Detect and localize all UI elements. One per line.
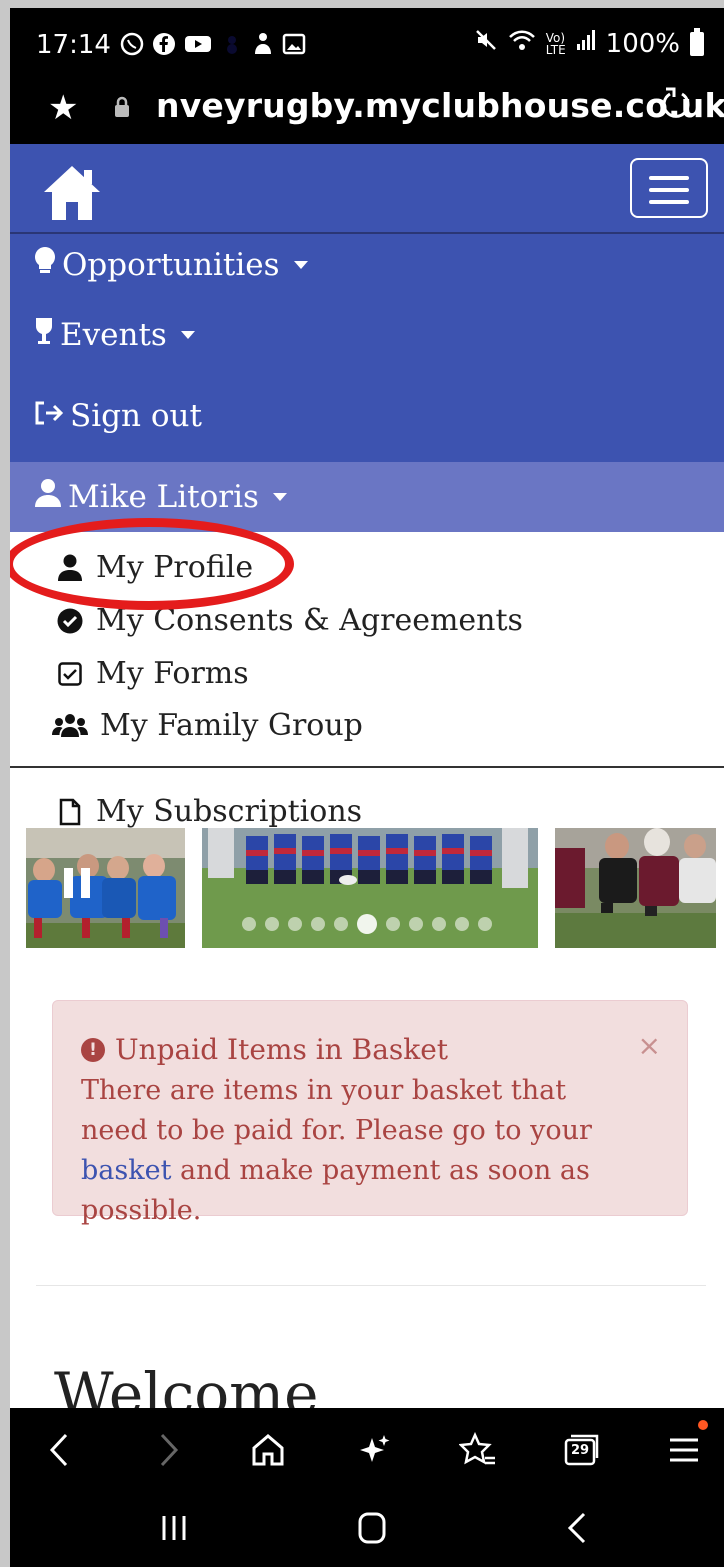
status-bar: 17:14 Vo) LTE 100% [10, 8, 724, 78]
notification-icons [120, 32, 306, 62]
exclamation-circle-icon: ! [81, 1037, 105, 1062]
file-icon [56, 798, 84, 826]
game-icon [220, 32, 244, 62]
nav-menu: Opportunities Events Sign out [10, 234, 724, 462]
carousel-dot[interactable] [478, 917, 492, 931]
sparkle-icon[interactable] [352, 1428, 396, 1472]
home-button-icon[interactable] [352, 1508, 392, 1548]
caret-down-icon [293, 261, 308, 269]
carousel-indicators [242, 914, 492, 934]
clock: 17:14 [36, 30, 111, 60]
carousel-dot[interactable] [455, 917, 469, 931]
sign-out-icon [34, 398, 64, 434]
carousel-dot[interactable] [242, 917, 256, 931]
nav-item-sign-out[interactable]: Sign out [34, 398, 202, 434]
alert-body: There are items in your basket that need… [81, 1071, 641, 1231]
carousel-dot[interactable] [334, 917, 348, 931]
dropdown-item-my-subscriptions[interactable]: My Subscriptions [56, 794, 362, 829]
check-square-icon [56, 660, 84, 688]
battery-icon [690, 27, 704, 56]
dropdown-item-my-family-group[interactable]: My Family Group [52, 708, 363, 743]
pause-icon[interactable] [64, 868, 94, 898]
mute-icon [474, 28, 498, 59]
screenshot-border [0, 0, 10, 1567]
nav-item-opportunities[interactable]: Opportunities [34, 246, 308, 284]
nav-item-label: Sign out [70, 398, 202, 434]
carousel-dot[interactable] [357, 914, 377, 934]
notification-dot [698, 1420, 708, 1430]
caret-down-icon [272, 493, 287, 501]
basket-link[interactable]: basket [81, 1155, 171, 1186]
youtube-icon [184, 32, 212, 62]
user-icon [34, 478, 62, 516]
person-icon [252, 32, 274, 62]
bookmarks-icon[interactable] [456, 1428, 500, 1472]
section-divider [36, 1285, 706, 1286]
lightbulb-icon [34, 246, 56, 284]
home-icon[interactable] [40, 162, 104, 224]
nav-item-events[interactable]: Events [34, 316, 195, 354]
phone-screen: 17:14 Vo) LTE 100% ★ nveyrugby.myclubhou… [0, 0, 724, 1567]
dropdown-divider [10, 766, 724, 768]
back-icon[interactable] [38, 1428, 82, 1472]
alert-body-text: There are items in your basket that need… [81, 1075, 592, 1146]
users-icon [52, 712, 88, 740]
caret-down-icon [180, 331, 195, 339]
alert-title-text: Unpaid Items in Basket [115, 1033, 449, 1066]
dropdown-item-label: My Subscriptions [96, 794, 363, 829]
back-button-icon[interactable] [558, 1508, 598, 1548]
wine-glass-icon [34, 316, 54, 354]
image-icon [282, 32, 306, 62]
signal-icon [576, 28, 596, 59]
whatsapp-icon [120, 32, 144, 62]
dropdown-item-label: My Family Group [100, 708, 363, 743]
menu-icon[interactable] [662, 1428, 706, 1472]
annotation-highlight-circle [4, 518, 294, 610]
nav-item-label: Opportunities [62, 247, 280, 283]
carousel-dot[interactable] [432, 917, 446, 931]
check-circle-icon [56, 607, 84, 635]
site-navbar [10, 144, 724, 234]
close-icon[interactable]: × [638, 1029, 661, 1062]
browser-address-bar: ★ nveyrugby.myclubhouse.co.uk [10, 78, 724, 144]
alert-title: ! Unpaid Items in Basket [81, 1033, 448, 1066]
carousel-dot[interactable] [386, 917, 400, 931]
battery-level: 100% [605, 28, 680, 59]
reload-icon[interactable] [660, 86, 692, 129]
carousel-photo [555, 828, 716, 948]
carousel-photo [26, 828, 185, 948]
nav-item-label: Events [60, 317, 167, 353]
screenshot-border [0, 0, 724, 8]
system-status: Vo) LTE 100% [474, 27, 704, 59]
carousel-dot[interactable] [409, 917, 423, 931]
menu-toggle-button[interactable] [630, 158, 708, 218]
system-navigation-bar [10, 1490, 724, 1567]
carousel-dot[interactable] [288, 917, 302, 931]
wifi-icon [508, 28, 536, 59]
browser-toolbar: 29 [10, 1408, 724, 1490]
tabs-icon[interactable]: 29 [560, 1428, 604, 1472]
forward-icon[interactable] [146, 1428, 190, 1472]
volte-icon: Vo) LTE [545, 30, 566, 57]
url-text[interactable]: nveyrugby.myclubhouse.co.uk [156, 86, 724, 125]
dropdown-item-my-forms[interactable]: My Forms [56, 656, 249, 691]
tabs-count: 29 [571, 1443, 590, 1458]
user-menu-toggle[interactable]: Mike Litoris [34, 478, 287, 516]
home-nav-icon[interactable] [246, 1428, 290, 1472]
user-name: Mike Litoris [68, 479, 259, 515]
carousel-dot[interactable] [311, 917, 325, 931]
unpaid-basket-alert: ! Unpaid Items in Basket × There are ite… [52, 1000, 688, 1226]
lock-icon[interactable] [114, 96, 130, 118]
dropdown-item-label: My Forms [96, 656, 249, 691]
facebook-icon [152, 32, 176, 62]
recent-apps-icon[interactable] [154, 1508, 194, 1548]
bookmark-star-icon[interactable]: ★ [48, 88, 78, 128]
carousel-dot[interactable] [265, 917, 279, 931]
